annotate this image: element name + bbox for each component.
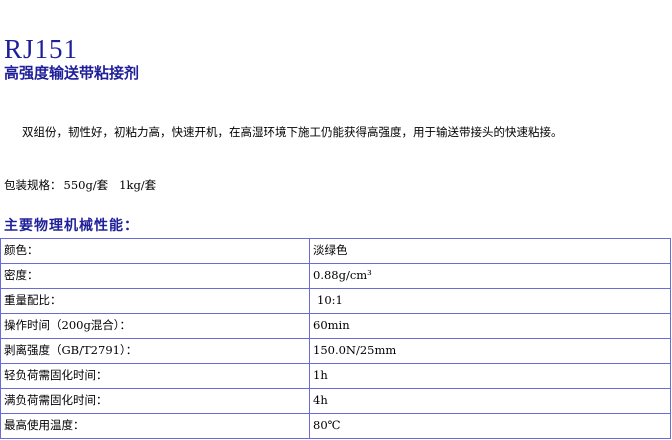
product-description: 双组份，韧性好，初粘力高，快速开机，在高湿环境下施工仍能获得高强度，用于输送带接… xyxy=(22,125,563,139)
property-name: 满负荷需固化时间： xyxy=(0,388,310,414)
table-row: 剥离强度（GB/T2791）： 150.0N/25mm xyxy=(0,338,671,364)
table-row: 颜色： 淡绿色 xyxy=(0,238,671,264)
product-name: 高强度输送带粘接剂 xyxy=(4,64,140,82)
property-name: 颜色： xyxy=(0,238,310,264)
property-name: 密度： xyxy=(0,263,310,289)
table-row: 操作时间（200g混合）： 60min xyxy=(0,313,671,339)
property-value: 1h xyxy=(309,363,671,389)
table-row: 密度： 0.88g/cm³ xyxy=(0,263,671,289)
property-name: 重量配比： xyxy=(0,288,310,314)
property-name: 剥离强度（GB/T2791）： xyxy=(0,338,310,364)
property-value: 10:1 xyxy=(309,288,671,314)
property-value: 4h xyxy=(309,388,671,414)
packaging-label: 包装规格： xyxy=(4,178,62,192)
property-value: 80℃ xyxy=(309,413,671,439)
property-name: 操作时间（200g混合）： xyxy=(0,313,310,339)
property-name: 轻负荷需固化时间： xyxy=(0,363,310,389)
packaging-value: 550g/套 1kg/套 xyxy=(63,178,157,192)
property-value: 0.88g/cm³ xyxy=(309,263,671,289)
property-value: 150.0N/25mm xyxy=(309,338,671,364)
packaging-spec: 包装规格： 550g/套 1kg/套 xyxy=(4,178,157,192)
table-row: 轻负荷需固化时间： 1h xyxy=(0,363,671,389)
table-row: 最高使用温度： 80℃ xyxy=(0,413,671,439)
properties-title: 主要物理机械性能： xyxy=(4,218,139,234)
property-name: 最高使用温度： xyxy=(0,413,310,439)
table-row: 重量配比： 10:1 xyxy=(0,288,671,314)
table-row: 满负荷需固化时间： 4h xyxy=(0,388,671,414)
property-value: 淡绿色 xyxy=(309,238,671,264)
property-value: 60min xyxy=(309,313,671,339)
properties-table: 颜色： 淡绿色 密度： 0.88g/cm³ 重量配比： 10:1 操作时间（20… xyxy=(0,238,671,439)
product-code: RJ151 xyxy=(4,34,79,64)
